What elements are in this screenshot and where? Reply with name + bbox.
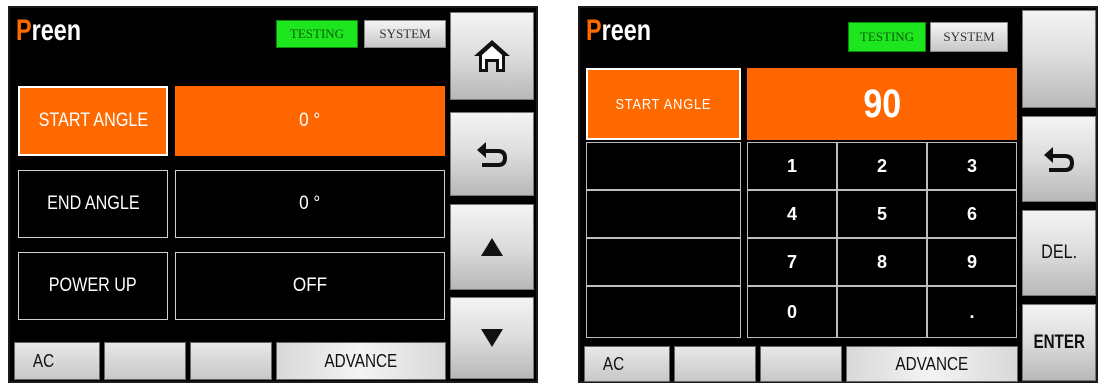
up-arrow-icon xyxy=(481,238,503,256)
key-2[interactable]: 2 xyxy=(837,142,927,190)
home-button[interactable] xyxy=(450,12,534,100)
key-3[interactable]: 3 xyxy=(927,142,1017,190)
right-screen: Preen TESTING SYSTEM START ANGLE 90 1 2 … xyxy=(578,6,1098,383)
tab-system[interactable]: SYSTEM xyxy=(364,20,446,48)
enter-button[interactable]: ENTER xyxy=(1022,304,1096,381)
back-icon xyxy=(1044,147,1074,172)
key-blank xyxy=(837,286,927,338)
blank-button-2[interactable] xyxy=(190,342,272,380)
blank-button-1[interactable] xyxy=(104,342,186,380)
key-1[interactable]: 1 xyxy=(747,142,837,190)
down-button[interactable] xyxy=(450,297,534,379)
key-dot[interactable]: . xyxy=(927,286,1017,338)
back-button[interactable] xyxy=(450,112,534,196)
up-button[interactable] xyxy=(450,204,534,290)
left-screen: Preen TESTING SYSTEM START ANGLE 0 ° END… xyxy=(8,6,538,383)
key-8[interactable]: 8 xyxy=(837,238,927,286)
back-button[interactable] xyxy=(1022,116,1096,202)
brand-logo: Preen xyxy=(16,14,82,47)
power-up-value[interactable]: OFF xyxy=(175,252,445,320)
tab-testing[interactable]: TESTING xyxy=(276,20,358,48)
end-angle-value[interactable]: 0 ° xyxy=(175,170,445,238)
input-display: 90 xyxy=(747,68,1017,140)
key-5[interactable]: 5 xyxy=(837,190,927,238)
tab-testing[interactable]: TESTING xyxy=(848,22,926,52)
tab-system[interactable]: SYSTEM xyxy=(930,22,1008,52)
start-angle-label[interactable]: START ANGLE xyxy=(18,86,168,156)
key-4[interactable]: 4 xyxy=(747,190,837,238)
home-icon xyxy=(474,40,510,72)
key-9[interactable]: 9 xyxy=(927,238,1017,286)
blank-button-2[interactable] xyxy=(760,346,842,382)
key-0[interactable]: 0 xyxy=(747,286,837,338)
back-icon xyxy=(477,142,507,167)
ac-button[interactable]: AC xyxy=(14,342,100,380)
delete-button[interactable]: DEL. xyxy=(1022,210,1096,296)
empty-row-2 xyxy=(586,190,741,238)
empty-row-1 xyxy=(586,142,741,190)
start-angle-value[interactable]: 0 ° xyxy=(175,86,445,156)
advance-button[interactable]: ADVANCE xyxy=(846,346,1018,382)
empty-row-3 xyxy=(586,238,741,286)
blank-button-1[interactable] xyxy=(674,346,756,382)
end-angle-label[interactable]: END ANGLE xyxy=(18,170,168,238)
blank-side-button[interactable] xyxy=(1022,10,1096,108)
key-7[interactable]: 7 xyxy=(747,238,837,286)
ac-button[interactable]: AC xyxy=(584,346,670,382)
start-angle-label[interactable]: START ANGLE xyxy=(586,68,741,140)
power-up-label[interactable]: POWER UP xyxy=(18,252,168,320)
empty-row-4 xyxy=(586,286,741,338)
key-6[interactable]: 6 xyxy=(927,190,1017,238)
advance-button[interactable]: ADVANCE xyxy=(276,342,446,380)
brand-logo: Preen xyxy=(586,14,652,47)
down-arrow-icon xyxy=(481,329,503,347)
